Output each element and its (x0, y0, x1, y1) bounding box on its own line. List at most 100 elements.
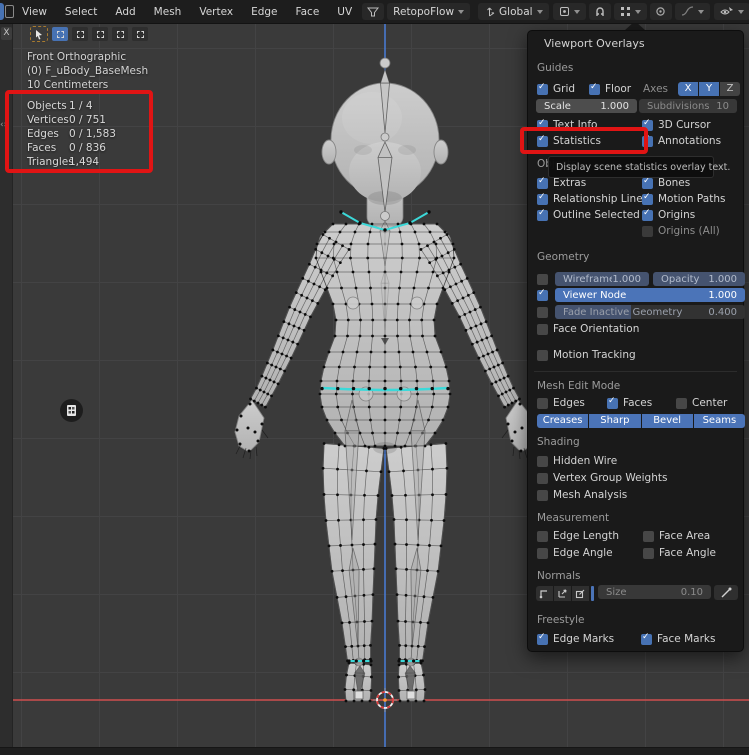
checkbox[interactable] (607, 398, 618, 409)
checkbox[interactable] (642, 210, 653, 221)
checkbox[interactable] (537, 634, 548, 645)
motion-tracking-checkbox-row[interactable]: Motion Tracking (537, 347, 636, 363)
outline-selected-checkbox-row[interactable]: Outline Selected (537, 207, 640, 223)
checkbox[interactable] (537, 84, 548, 95)
bevel-toggle[interactable]: Bevel (642, 414, 693, 428)
menu-face[interactable]: Face (287, 6, 329, 18)
mesh-analysis-checkbox-row[interactable]: Mesh Analysis (537, 487, 627, 503)
dashed-box-icon (57, 31, 64, 38)
vertex-group-weights-checkbox-row[interactable]: Vertex Group Weights (537, 470, 667, 486)
checkbox[interactable] (537, 274, 548, 285)
fade-inactive-slider[interactable]: Fade Inactive Geometry0.400 (555, 305, 745, 319)
menu-mesh[interactable]: Mesh (145, 6, 191, 18)
retopoflow-icon[interactable] (362, 3, 384, 20)
menu-view[interactable]: View (13, 6, 56, 18)
checkbox[interactable] (641, 634, 652, 645)
menu-select[interactable]: Select (56, 6, 106, 18)
checkbox[interactable] (537, 307, 548, 318)
wireframe-slider[interactable]: Wireframe1.000 (555, 272, 649, 286)
close-region-button[interactable]: X (1, 27, 12, 40)
seams-toggle[interactable]: Seams (694, 414, 745, 428)
checkbox[interactable] (642, 194, 653, 205)
select-mode-subtract-button[interactable] (92, 27, 108, 41)
tooltip: Display scene statistics overlay text. (548, 156, 714, 178)
face-angle-checkbox-row[interactable]: Face Angle (643, 545, 716, 561)
editor-type-corner[interactable] (0, 0, 13, 24)
normals-constant-size-button[interactable] (714, 585, 738, 600)
checkbox[interactable] (537, 531, 548, 542)
checkbox[interactable] (537, 178, 548, 189)
viewer-node-slider[interactable]: Viewer Node1.000 (555, 288, 745, 302)
proportional-falloff-dropdown[interactable] (675, 3, 710, 20)
checkbox[interactable] (537, 398, 548, 409)
proportional-editing-toggle[interactable] (650, 3, 672, 20)
checkbox[interactable] (537, 210, 548, 221)
checkbox[interactable] (589, 84, 600, 95)
checkbox[interactable] (537, 490, 548, 501)
face-orientation-checkbox-row[interactable]: Face Orientation (537, 321, 639, 337)
origins-checkbox-row[interactable]: Origins (642, 207, 695, 223)
face-normals-button[interactable] (572, 586, 589, 601)
axis-z-toggle[interactable]: Z (720, 82, 740, 96)
checkbox[interactable] (643, 531, 654, 542)
3d-cursor-checkbox-row[interactable]: 3D Cursor (642, 117, 711, 133)
hidden-wire-checkbox-row[interactable]: Hidden Wire (537, 453, 617, 469)
retopoflow-dropdown[interactable]: RetopoFlow (387, 3, 470, 20)
checkbox[interactable] (537, 548, 548, 559)
axis-x-toggle[interactable]: X (678, 82, 698, 96)
checkbox[interactable] (537, 324, 548, 335)
pivot-point-dropdown[interactable] (553, 3, 586, 20)
transform-orientation-dropdown[interactable]: Global (478, 3, 549, 20)
checkbox[interactable] (537, 194, 548, 205)
checkbox[interactable] (643, 548, 654, 559)
grid-checkbox-row[interactable]: Grid (537, 81, 575, 97)
normals-size-slider[interactable]: Size0.10 (598, 585, 711, 599)
menu-vertex[interactable]: Vertex (190, 6, 242, 18)
active-tool-tweak-button[interactable] (30, 26, 48, 42)
checkbox[interactable] (537, 290, 548, 301)
select-mode-invert-button[interactable] (112, 27, 128, 41)
checkbox[interactable] (642, 178, 653, 189)
object-visibility-dropdown[interactable] (714, 3, 749, 20)
checkbox[interactable] (676, 398, 687, 409)
vertex-normals-button[interactable] (536, 586, 553, 601)
face-marks-checkbox-row[interactable]: Face Marks (641, 631, 715, 647)
edges-checkbox-row[interactable]: Edges (537, 395, 585, 411)
snap-toggle[interactable] (589, 3, 611, 20)
select-mode-extend-button[interactable] (72, 27, 88, 41)
menu-add[interactable]: Add (106, 6, 144, 18)
motion-paths-checkbox-row[interactable]: Motion Paths (642, 191, 725, 207)
select-mode-new-button[interactable] (52, 27, 68, 41)
face-area-checkbox-row[interactable]: Face Area (643, 528, 710, 544)
opacity-slider[interactable]: Opacity1.000 (653, 272, 745, 286)
checkbox[interactable] (642, 226, 653, 237)
grid-scale-slider[interactable]: Scale1.000 (536, 99, 637, 113)
chevron-down-icon (738, 10, 744, 14)
checkbox[interactable] (537, 350, 548, 361)
edge-angle-checkbox-row[interactable]: Edge Angle (537, 545, 613, 561)
menu-uv[interactable]: UV (328, 6, 361, 18)
checkbox[interactable] (537, 473, 548, 484)
chevron-down-icon (537, 10, 543, 14)
center-checkbox-row[interactable]: Center (676, 395, 727, 411)
menu-edge[interactable]: Edge (242, 6, 286, 18)
wireframe-checkbox[interactable] (537, 271, 548, 287)
annotations-checkbox-row[interactable]: Annotations (642, 133, 721, 149)
snap-settings-dropdown[interactable] (614, 3, 647, 20)
creases-toggle[interactable]: Creases (537, 414, 588, 428)
axis-y-toggle[interactable]: Y (699, 82, 719, 96)
floor-checkbox-row[interactable]: Floor (589, 81, 631, 97)
edge-marks-checkbox-row[interactable]: Edge Marks (537, 631, 614, 647)
checkbox[interactable] (537, 456, 548, 467)
relationship-lines-checkbox-row[interactable]: Relationship Lines (537, 191, 648, 207)
grid-subdivisions-slider[interactable]: Subdivisions10 (639, 99, 737, 113)
edge-length-checkbox-row[interactable]: Edge Length (537, 528, 619, 544)
viewer-node-checkbox[interactable] (537, 287, 548, 303)
select-mode-intersect-button[interactable] (132, 27, 148, 41)
fade-inactive-checkbox[interactable] (537, 304, 548, 320)
sharp-toggle[interactable]: Sharp (589, 414, 640, 428)
clip-marker-icon[interactable] (60, 399, 83, 422)
origins-all-checkbox-row[interactable]: Origins (All) (642, 223, 720, 239)
split-normals-button[interactable] (554, 586, 571, 601)
faces-checkbox-row[interactable]: Faces (607, 395, 652, 411)
